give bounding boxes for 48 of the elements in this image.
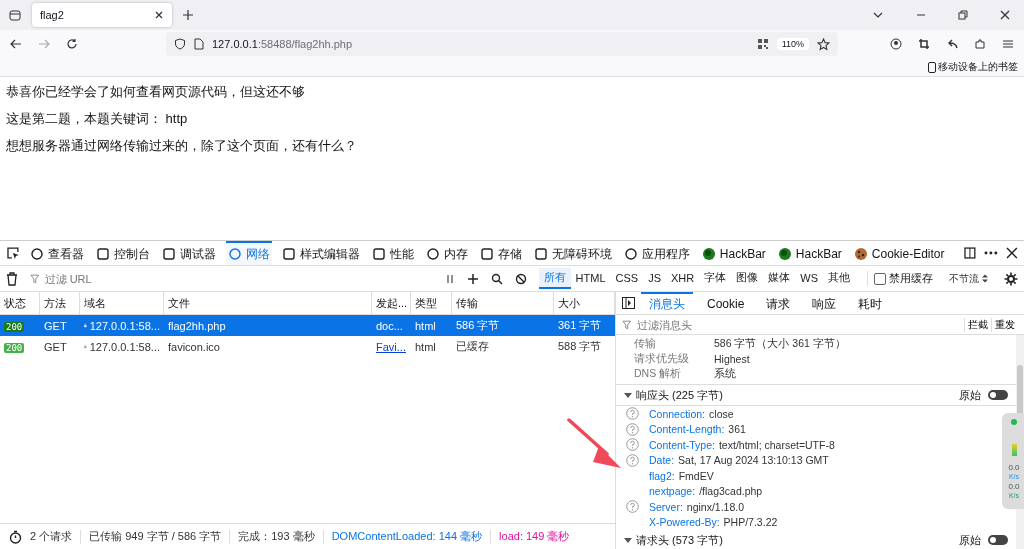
table-cell-text: doc... xyxy=(375,319,404,332)
table-cell-text: 已缓存 xyxy=(455,339,490,354)
header-name: Content-Type: xyxy=(649,438,715,451)
header-value: /flag3cad.php xyxy=(699,485,763,498)
status-code: 200 xyxy=(4,321,25,332)
header-name: nextpage: xyxy=(649,485,696,498)
summary-value: Highest xyxy=(714,352,750,365)
table-cell-text: html xyxy=(414,319,437,332)
header-value: text/html; charset=UTF-8 xyxy=(718,438,835,451)
table-cell-text: flag2hh.php xyxy=(167,319,227,332)
header-name: flag2: xyxy=(649,469,675,482)
page-paragraph: 这是第二题，本题关键词： http xyxy=(6,110,189,127)
table-cell-text: GET xyxy=(43,340,68,353)
header-name: Connection: xyxy=(649,407,706,420)
summary-label: 请求优先级 xyxy=(634,351,690,366)
speed-value: 0.0 xyxy=(1008,482,1020,491)
summary-value: 系统 xyxy=(714,366,736,381)
table-cell-text: html xyxy=(414,340,437,353)
header-value: nginx/1.18.0 xyxy=(686,500,745,513)
header-value: Sat, 17 Aug 2024 13:10:13 GMT xyxy=(678,454,829,467)
table-cell-text: favicon.ico xyxy=(167,340,221,353)
table-cell-text: 361 字节 xyxy=(557,318,603,333)
header-name: Server: xyxy=(649,500,683,513)
header-name: Content-Length: xyxy=(649,423,725,436)
status-code: 200 xyxy=(4,342,25,353)
header-value: close xyxy=(709,407,734,420)
speed-value: 0.0 xyxy=(1008,463,1020,472)
table-cell-text: 586 字节 xyxy=(455,318,501,333)
status-text: DOMContentLoaded: 144 毫秒 xyxy=(331,529,483,544)
url-text: 127.0.0.1:58488/flag2hh.php xyxy=(212,38,353,50)
status-text: 已传输 949 字节 / 586 字节 xyxy=(89,529,222,544)
summary-value: 586 字节（大小 361 字节） xyxy=(714,336,846,351)
header-value: FmdEV xyxy=(678,469,714,482)
status-text: load: 149 毫秒 xyxy=(499,529,570,544)
status-text: 2 个请求 xyxy=(30,529,73,544)
status-text: 完成：193 毫秒 xyxy=(238,529,315,544)
header-name: X-Powered-By: xyxy=(649,516,720,529)
page-paragraph: 想想服务器通过网络传输过来的，除了这个页面，还有什么？ xyxy=(6,137,358,154)
table-cell: 127.0.0.1:58... xyxy=(89,319,160,332)
header-name: Date: xyxy=(649,454,675,467)
table-cell: 127.0.0.1:58... xyxy=(89,340,160,353)
table-cell-text: 588 字节 xyxy=(557,339,603,354)
table-cell-text: GET xyxy=(43,319,68,332)
page-paragraph: 恭喜你已经学会了如何查看网页源代码，但这还不够 xyxy=(6,83,306,100)
summary-label: DNS 解析 xyxy=(634,366,683,381)
summary-label: 传输 xyxy=(634,336,657,351)
header-value: PHP/7.3.22 xyxy=(723,516,778,529)
header-value: 361 xyxy=(728,423,746,436)
